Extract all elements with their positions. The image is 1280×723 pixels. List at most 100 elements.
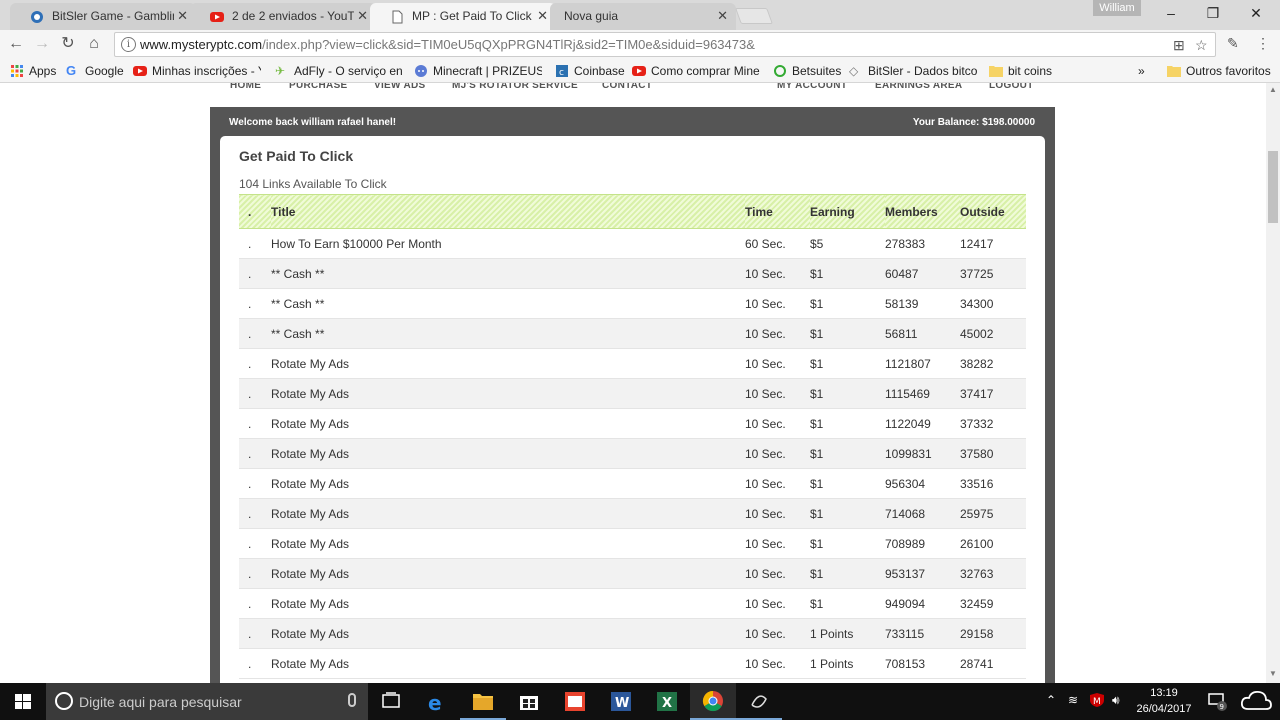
page-scrollbar[interactable]: ▲ ▼ — [1266, 83, 1280, 683]
nav-home[interactable]: HOME — [230, 83, 261, 91]
address-bar[interactable]: i www.mysteryptc.com/index.php?view=clic… — [114, 32, 1216, 57]
row-title-link[interactable]: Rotate My Ads — [271, 438, 745, 469]
taskbar-app-chrome[interactable] — [690, 683, 736, 720]
table-row[interactable]: . Rotate My Ads 10 Sec. $1 953137 32763 — [239, 558, 1026, 589]
profile-name[interactable]: William — [1093, 0, 1141, 16]
bookmark-apps[interactable]: Apps — [10, 63, 60, 79]
taskbar-app-explorer[interactable] — [460, 683, 506, 720]
tab-mp-get-paid[interactable]: MP : Get Paid To Click ✕ — [370, 3, 556, 30]
pin-extension-icon[interactable]: ✎ — [1227, 35, 1239, 52]
bookmark-coinbase[interactable]: c Coinbase — [555, 63, 625, 79]
row-title-link[interactable]: How To Earn $10000 Per Month — [271, 228, 745, 259]
forward-icon[interactable]: → — [32, 34, 52, 54]
bookmark-como-comprar[interactable]: Como comprar Minec — [632, 63, 760, 79]
home-icon[interactable]: ⌂ — [84, 34, 104, 54]
bookmark-bitsler-dados[interactable]: ◇ BitSler - Dados bitcoir — [849, 63, 977, 79]
star-bookmark-icon[interactable]: ☆ — [1195, 37, 1208, 54]
minimize-icon[interactable]: – — [1156, 4, 1186, 24]
row-members: 708989 — [885, 528, 960, 559]
back-icon[interactable]: ← — [6, 34, 26, 54]
wifi-icon[interactable]: ≋ — [1068, 693, 1078, 707]
nav-purchase[interactable]: PURCHASE — [289, 83, 348, 91]
taskbar-search-box[interactable]: Digite aqui para pesquisar — [46, 683, 368, 720]
bookmarks-overflow-icon[interactable]: » — [1138, 63, 1150, 79]
row-title-link[interactable]: Rotate My Ads — [271, 498, 745, 529]
scroll-up-icon[interactable]: ▲ — [1269, 85, 1277, 94]
row-title-link[interactable]: Rotate My Ads — [271, 378, 745, 409]
taskbar-app-pdf[interactable] — [552, 683, 598, 720]
nav-earnings-area[interactable]: EARNINGS AREA — [875, 83, 962, 91]
taskbar-app-other[interactable] — [736, 683, 782, 720]
bookmark-betsuites[interactable]: Betsuites — [773, 63, 843, 79]
antivirus-icon[interactable]: M — [1090, 693, 1104, 710]
taskbar-clock[interactable]: 13:19 26/04/2017 — [1134, 685, 1194, 717]
taskbar-app-excel[interactable]: X — [644, 683, 690, 720]
translate-icon[interactable]: ⊞ — [1173, 37, 1185, 54]
bookmark-adfly[interactable]: ✈ AdFly - O serviço encu — [275, 63, 403, 79]
reload-icon[interactable]: ↻ — [58, 34, 78, 54]
site-info-icon[interactable]: i — [121, 37, 136, 52]
row-dot: . — [239, 318, 271, 349]
task-view-button[interactable] — [368, 683, 414, 720]
row-title-link[interactable]: Rotate My Ads — [271, 588, 745, 619]
action-center-icon[interactable]: 9 — [1208, 693, 1228, 714]
volume-icon[interactable]: 🔊︎ — [1112, 693, 1120, 708]
taskbar-app-word[interactable]: W — [598, 683, 644, 720]
table-row[interactable]: . Rotate My Ads 10 Sec. $1 1122049 37332 — [239, 408, 1026, 439]
bookmark-outros-favoritos[interactable]: Outros favoritos — [1167, 63, 1272, 79]
taskbar-app-store[interactable] — [506, 683, 552, 720]
table-row[interactable]: . Rotate My Ads 10 Sec. $1 1121807 38282 — [239, 348, 1026, 379]
scrollbar-thumb[interactable] — [1268, 151, 1278, 223]
table-row[interactable]: . Rotate My Ads 10 Sec. $1 1099831 37580 — [239, 438, 1026, 469]
bookmark-google[interactable]: G Google — [66, 63, 126, 79]
nav-my-account[interactable]: MY ACCOUNT — [777, 83, 847, 91]
microphone-icon[interactable] — [348, 693, 356, 707]
nav-view-ads[interactable]: VIEW ADS — [374, 83, 425, 91]
table-row[interactable]: . ** Cash ** 10 Sec. $1 56811 45002 — [239, 318, 1026, 349]
bookmark-minhas-inscricoes[interactable]: Minhas inscrições - Yo — [133, 63, 261, 79]
close-icon[interactable]: ✕ — [537, 8, 548, 24]
table-row[interactable]: . ** Cash ** 10 Sec. $1 58139 34300 — [239, 288, 1026, 319]
tab-youtube[interactable]: 2 de 2 enviados - YouTub ✕ — [190, 3, 376, 30]
tab-bitsler[interactable]: BitSler Game - Gambling ✕ — [10, 3, 196, 30]
table-row[interactable]: . Rotate My Ads 10 Sec. $1 956304 33516 — [239, 468, 1026, 499]
tray-overflow-icon[interactable]: ⌃ — [1046, 693, 1056, 707]
bookmark-minecraft[interactable]: Minecraft | PRIZEUS - — [414, 63, 542, 79]
tab-new-tab[interactable]: Nova guia ✕ — [550, 3, 736, 30]
row-title-link[interactable]: ** Cash ** — [271, 288, 745, 319]
menu-icon[interactable]: ⋮ — [1256, 35, 1270, 52]
row-title-link[interactable]: ** Cash ** — [271, 318, 745, 349]
new-tab-button[interactable] — [735, 8, 773, 24]
nav-rotator-service[interactable]: MJ'S ROTATOR SERVICE — [452, 83, 578, 91]
close-icon[interactable]: ✕ — [357, 8, 368, 24]
nav-contact[interactable]: CONTACT — [602, 83, 652, 91]
scroll-down-icon[interactable]: ▼ — [1269, 669, 1277, 678]
row-title-link[interactable]: Rotate My Ads — [271, 408, 745, 439]
table-row[interactable]: . Rotate My Ads 10 Sec. $1 714068 25975 — [239, 498, 1026, 529]
table-row[interactable]: . How To Earn $10000 Per Month 60 Sec. $5 27… — [239, 228, 1026, 259]
table-row[interactable]: . Rotate My Ads 10 Sec. $1 708989 26100 — [239, 528, 1026, 559]
bookmark-folder-bit-coins[interactable]: bit coins — [989, 63, 1059, 79]
table-row[interactable]: . Rotate My Ads 10 Sec. $1 1115469 37417 — [239, 378, 1026, 409]
maximize-icon[interactable]: ❐ — [1198, 4, 1228, 24]
row-title-link[interactable]: Rotate My Ads — [271, 528, 745, 559]
row-title-link[interactable]: Rotate My Ads — [271, 618, 745, 649]
table-row[interactable]: . Rotate My Ads 10 Sec. $1 949094 32459 — [239, 588, 1026, 619]
close-icon[interactable]: ✕ — [717, 8, 728, 24]
folder-icon — [989, 66, 1003, 77]
table-row[interactable]: . Rotate My Ads 10 Sec. 1 Points 733115 29158 — [239, 618, 1026, 649]
nav-logout[interactable]: LOGOUT — [989, 83, 1034, 91]
url-text[interactable]: www.mysteryptc.com/index.php?view=click&… — [140, 37, 755, 52]
taskbar-app-edge[interactable]: e — [414, 683, 460, 720]
windows-start-button[interactable] — [0, 683, 46, 720]
row-title-link[interactable]: Rotate My Ads — [271, 468, 745, 499]
row-title-link[interactable]: ** Cash ** — [271, 258, 745, 289]
onedrive-cloud-icon[interactable] — [1240, 689, 1272, 714]
close-icon[interactable]: ✕ — [177, 8, 188, 24]
table-row[interactable]: . ** Cash ** 10 Sec. $1 60487 37725 — [239, 258, 1026, 289]
table-row[interactable]: . Rotate My Ads 10 Sec. 1 Points 708153 28741 — [239, 648, 1026, 679]
window-close-icon[interactable]: ✕ — [1241, 4, 1271, 24]
row-title-link[interactable]: Rotate My Ads — [271, 558, 745, 589]
row-title-link[interactable]: Rotate My Ads — [271, 648, 745, 679]
row-title-link[interactable]: Rotate My Ads — [271, 348, 745, 379]
